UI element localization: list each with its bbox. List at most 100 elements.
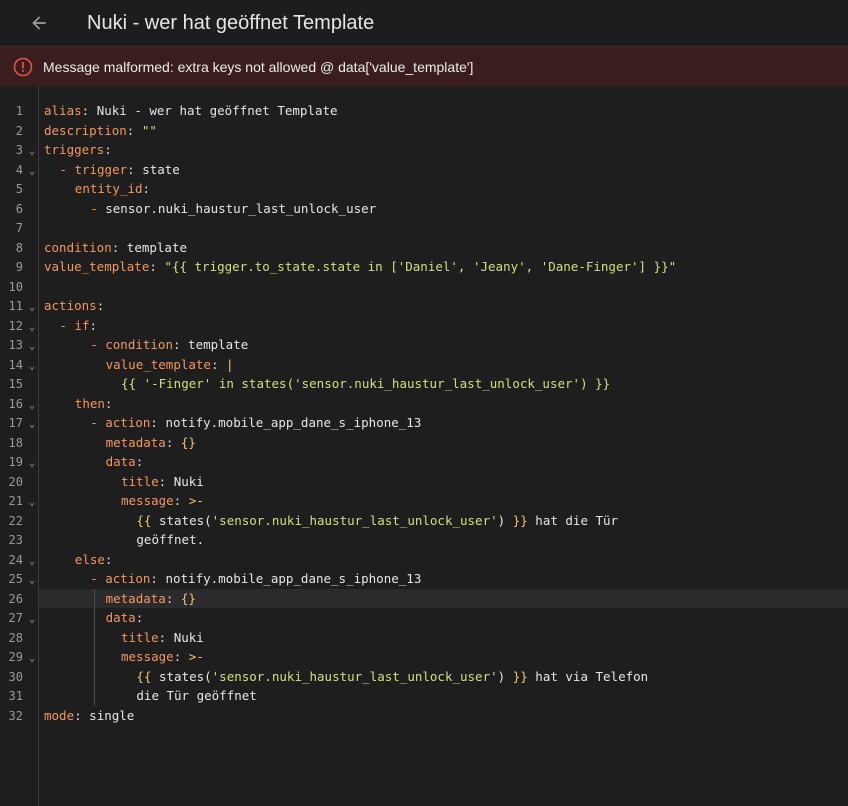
yaml-code-editor[interactable]: 1 2 3 ⌄ 4 ⌄ 5 6 7 8 9 10 11 ⌄ 12 ⌄ 13 ⌄ 14 ⌄ 15 16 ⌄ 17 ⌄ 18 19 ⌄ 20… <box>0 86 848 806</box>
line-number: 15 <box>0 374 38 394</box>
line-number-label: 5 <box>15 182 23 196</box>
code-token: : <box>104 142 112 157</box>
code-token: message <box>121 493 174 508</box>
line-number: 22 <box>0 511 38 531</box>
code-line: - condition: template <box>90 335 248 355</box>
line-number: 9 <box>0 257 38 277</box>
page-title: Nuki - wer hat geöffnet Template <box>87 11 375 34</box>
code-line: else: <box>75 550 113 570</box>
line-number: 19 ⌄ <box>0 452 38 472</box>
line-number-label: 10 <box>8 279 23 294</box>
fold-chevron-icon[interactable]: ⌄ <box>29 166 35 177</box>
code-token: : <box>150 415 166 430</box>
code-line: value_template: "{{ trigger.to_state.sta… <box>44 257 676 277</box>
code-token: : <box>142 181 151 196</box>
code-token: data <box>105 454 136 469</box>
line-number-label: 6 <box>15 201 23 216</box>
code-token: - condition <box>90 337 173 352</box>
code-token: : <box>172 337 189 352</box>
code-content[interactable]: alias: Nuki - wer hat geöffnet Template d… <box>44 86 844 806</box>
code-token: : <box>158 629 174 645</box>
line-number-label: 31 <box>8 689 23 703</box>
fold-chevron-icon[interactable]: ⌄ <box>29 341 35 352</box>
fold-chevron-icon[interactable]: ⌄ <box>29 400 35 411</box>
line-number-label: 7 <box>15 221 23 235</box>
error-circle-icon <box>13 57 33 77</box>
code-token: {{ <box>136 512 159 528</box>
back-button[interactable] <box>19 3 59 43</box>
code-token: state <box>142 161 180 177</box>
line-number: 30 <box>0 667 38 687</box>
line-number: 16 ⌄ <box>0 394 38 414</box>
line-number-gutter: 1 2 3 ⌄ 4 ⌄ 5 6 7 8 9 10 11 ⌄ 12 ⌄ 13 ⌄ 14 ⌄ 15 16 ⌄ 17 ⌄ 18 19 ⌄ 20… <box>0 86 39 806</box>
fold-chevron-icon[interactable]: ⌄ <box>29 146 35 157</box>
code-token: {} <box>180 434 196 450</box>
line-number-label: 18 <box>8 435 23 450</box>
code-token: notify.mobile_app_dane_s_iphone_13 <box>165 415 422 430</box>
line-number-label: 11 <box>8 299 23 313</box>
line-number: 32 <box>0 706 38 726</box>
line-number: 1 <box>0 101 38 121</box>
fold-chevron-icon[interactable]: ⌄ <box>29 614 35 625</box>
code-line: die Tür geöffnet <box>136 686 256 706</box>
line-number: 20 <box>0 472 38 492</box>
fold-chevron-icon[interactable]: ⌄ <box>29 458 35 469</box>
code-token: title <box>121 629 159 645</box>
code-line: - action: notify.mobile_app_dane_s_iphon… <box>90 413 421 433</box>
code-token: title <box>121 473 159 489</box>
code-token: value_template <box>105 356 211 372</box>
code-token: description <box>44 122 127 138</box>
fold-chevron-icon[interactable]: ⌄ <box>29 322 35 333</box>
line-number: 28 <box>0 628 38 648</box>
code-token: mode <box>44 707 75 723</box>
code-token: hat die Tür <box>527 512 619 528</box>
line-number-label: 26 <box>8 591 23 606</box>
fold-chevron-icon[interactable]: ⌄ <box>29 653 35 664</box>
code-token: 'sensor.nuki_haustur_last_unlock_user' <box>211 668 498 684</box>
code-token: metadata <box>105 590 166 606</box>
code-token: : <box>127 161 143 177</box>
line-number: 26 <box>0 589 38 609</box>
code-token: single <box>89 707 135 723</box>
line-number: 27 ⌄ <box>0 608 38 628</box>
code-token: then <box>74 395 105 411</box>
code-token: : <box>126 122 142 138</box>
line-number: 5 <box>0 179 38 199</box>
code-token: }} <box>512 512 528 528</box>
fold-chevron-icon[interactable]: ⌄ <box>29 556 35 567</box>
code-line: geöffnet. <box>136 530 204 550</box>
code-token: : <box>165 590 181 606</box>
fold-chevron-icon[interactable]: ⌄ <box>29 497 35 508</box>
code-token: : <box>81 103 97 118</box>
code-line: entity_id: <box>75 179 150 199</box>
line-number: 18 <box>0 433 38 453</box>
line-number: 25 ⌄ <box>0 569 38 589</box>
code-token: - action <box>90 571 151 586</box>
line-number-label: 29 <box>8 650 23 664</box>
code-token: {{ <box>136 668 159 684</box>
code-token: states( <box>158 668 212 684</box>
code-line: then: <box>75 394 113 414</box>
code-line: - sensor.nuki_haustur_last_unlock_user <box>90 199 376 219</box>
code-token: condition <box>44 239 112 255</box>
line-number-label: 8 <box>15 240 23 255</box>
code-token: alias <box>44 103 82 118</box>
code-token: : <box>135 610 144 625</box>
code-token: else <box>74 551 105 567</box>
code-token: : <box>158 473 174 489</box>
code-line: message: >- <box>121 491 204 511</box>
code-token: : <box>89 317 98 333</box>
line-number-label: 28 <box>8 630 23 645</box>
line-number: 11 ⌄ <box>0 296 38 316</box>
code-token: : <box>96 298 105 313</box>
line-number: 23 <box>0 530 38 550</box>
fold-chevron-icon[interactable]: ⌄ <box>29 302 35 313</box>
fold-chevron-icon[interactable]: ⌄ <box>29 361 35 372</box>
fold-chevron-icon[interactable]: ⌄ <box>29 419 35 430</box>
line-number: 17 ⌄ <box>0 413 38 433</box>
code-token: : <box>210 356 227 372</box>
line-number: 31 <box>0 686 38 706</box>
fold-chevron-icon[interactable]: ⌄ <box>29 575 35 586</box>
code-token: "" <box>141 122 157 138</box>
code-token: sensor.nuki_haustur_last_unlock_user <box>105 200 377 216</box>
